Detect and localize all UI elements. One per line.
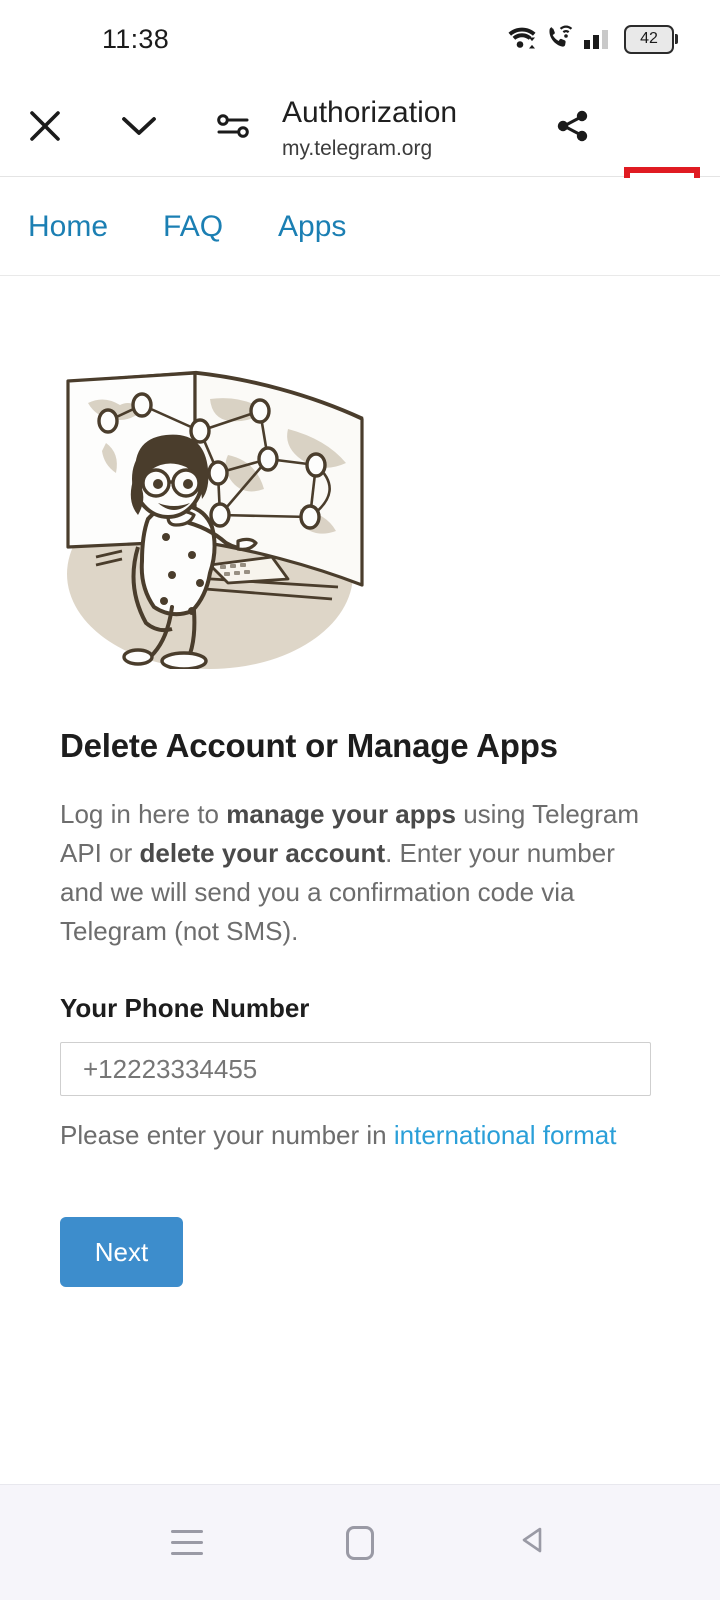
- battery-level: 42: [640, 30, 658, 47]
- nav-link-apps[interactable]: Apps: [278, 210, 346, 244]
- toolbar-title-block: Authorization my.telegram.org: [282, 92, 532, 164]
- help-prefix: Please enter your number in: [60, 1120, 394, 1150]
- status-bar: 11:38 42: [0, 0, 720, 78]
- wifi-icon: [507, 24, 537, 55]
- recents-icon: [170, 1530, 203, 1555]
- share-button[interactable]: [542, 105, 604, 151]
- collapse-button[interactable]: [108, 105, 170, 151]
- desc-bold-2: delete your account: [139, 838, 386, 868]
- page-settings-button[interactable]: [202, 105, 264, 151]
- woman-at-network-map-illustration: [60, 369, 372, 669]
- page-url: my.telegram.org: [282, 137, 433, 160]
- nav-link-faq[interactable]: FAQ: [163, 210, 223, 244]
- battery-icon: 42: [624, 24, 678, 54]
- desc-bold-1: manage your apps: [226, 799, 456, 829]
- content-heading: Delete Account or Manage Apps: [60, 727, 558, 764]
- international-format-link[interactable]: international format: [394, 1120, 617, 1150]
- next-button[interactable]: Next: [60, 1217, 183, 1287]
- call-over-wifi-icon: [546, 24, 574, 55]
- close-icon: [28, 109, 62, 148]
- status-time: 11:38: [102, 23, 170, 54]
- site-navigation: Home FAQ Apps: [0, 178, 720, 276]
- home-icon: [345, 1525, 374, 1560]
- tune-icon: [216, 111, 250, 146]
- share-icon: [555, 108, 591, 149]
- phone-help-text: Please enter your number in internationa…: [60, 1116, 620, 1155]
- recents-button[interactable]: [152, 1508, 222, 1578]
- back-button[interactable]: [498, 1508, 568, 1578]
- cellular-signal-icon: [583, 24, 615, 55]
- phone-input[interactable]: [60, 1042, 651, 1096]
- phone-field-label: Your Phone Number: [60, 993, 310, 1023]
- back-icon: [517, 1524, 549, 1561]
- page-title: Authorization: [282, 96, 458, 129]
- page-content: Delete Account or Manage Apps Log in her…: [0, 277, 720, 1483]
- content-description: Log in here to manage your apps using Te…: [60, 795, 660, 951]
- close-button[interactable]: [14, 105, 76, 151]
- home-button[interactable]: [325, 1508, 395, 1578]
- chevron-down-icon: [121, 113, 157, 144]
- nav-link-home[interactable]: Home: [28, 210, 108, 244]
- status-icons: 42: [507, 24, 678, 55]
- desc-part-1: Log in here to: [60, 799, 227, 829]
- browser-toolbar: Authorization my.telegram.org: [0, 78, 720, 239]
- android-navigation-bar: [0, 1484, 720, 1600]
